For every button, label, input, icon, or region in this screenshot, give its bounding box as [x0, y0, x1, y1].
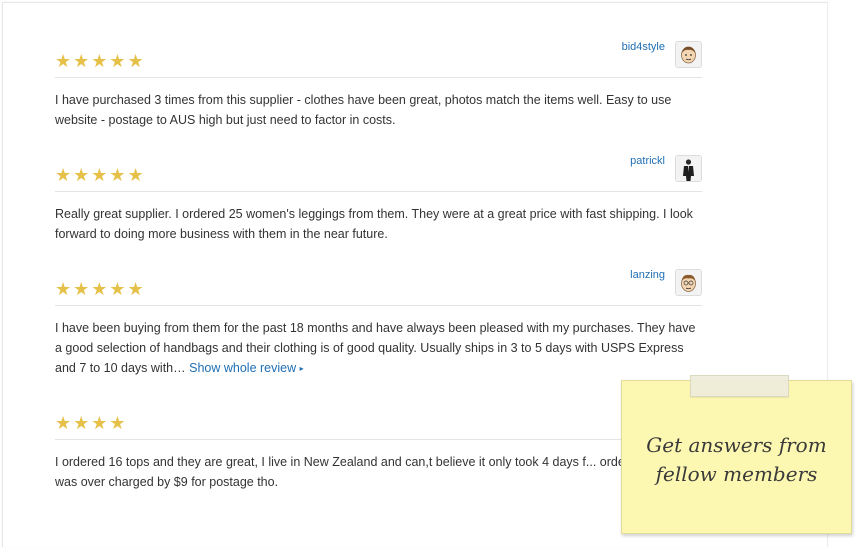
review-text: I ordered 16 tops and they are great, I … — [55, 455, 702, 489]
show-whole-review-label[interactable]: Show whole review — [189, 361, 296, 375]
review-item: ★★★★★ lanzing I have been buying from th… — [55, 269, 702, 379]
reviewer-name-link[interactable]: patrickl — [630, 155, 665, 167]
show-whole-review-link[interactable]: Show whole review ▸ — [189, 361, 304, 375]
review-header: ★★★★★ lanzing — [55, 269, 702, 306]
review-item: ★★★★ I ordered 16 tops and they are grea… — [55, 403, 702, 492]
review-header: ★★★★ — [55, 403, 702, 440]
sticky-note[interactable]: Get answers from fellow members — [621, 380, 852, 534]
star-rating: ★★★★★ — [55, 279, 146, 299]
star-rating: ★★★★★ — [55, 51, 146, 71]
review-item: ★★★★★ bid4style I have purchased 3 times… — [55, 41, 702, 130]
reviewer-name-link[interactable]: lanzing — [630, 269, 665, 281]
tape-strip — [690, 375, 789, 397]
star-rating: ★★★★★ — [55, 165, 146, 185]
caret-right-icon: ▸ — [299, 364, 304, 373]
review-text: Really great supplier. I ordered 25 wome… — [55, 207, 693, 241]
sticky-note-text[interactable]: Get answers from fellow members — [622, 431, 851, 489]
review-item: ★★★★★ patrickl Really great supplier. I … — [55, 155, 702, 244]
avatar[interactable] — [675, 269, 702, 296]
avatar-face-icon — [676, 42, 701, 67]
reviewer-name-link[interactable]: bid4style — [622, 41, 665, 53]
avatar[interactable] — [675, 155, 702, 182]
avatar[interactable] — [675, 41, 702, 68]
review-header: ★★★★★ bid4style — [55, 41, 702, 78]
review-text-body: I have been buying from them for the pas… — [55, 321, 696, 375]
review-header: ★★★★★ patrickl — [55, 155, 702, 192]
avatar-person-suit-icon — [676, 156, 701, 181]
review-text: I have been buying from them for the pas… — [55, 306, 702, 379]
avatar-face-glasses-icon — [676, 270, 701, 295]
star-rating: ★★★★ — [55, 413, 128, 433]
review-text: I have purchased 3 times from this suppl… — [55, 93, 672, 127]
